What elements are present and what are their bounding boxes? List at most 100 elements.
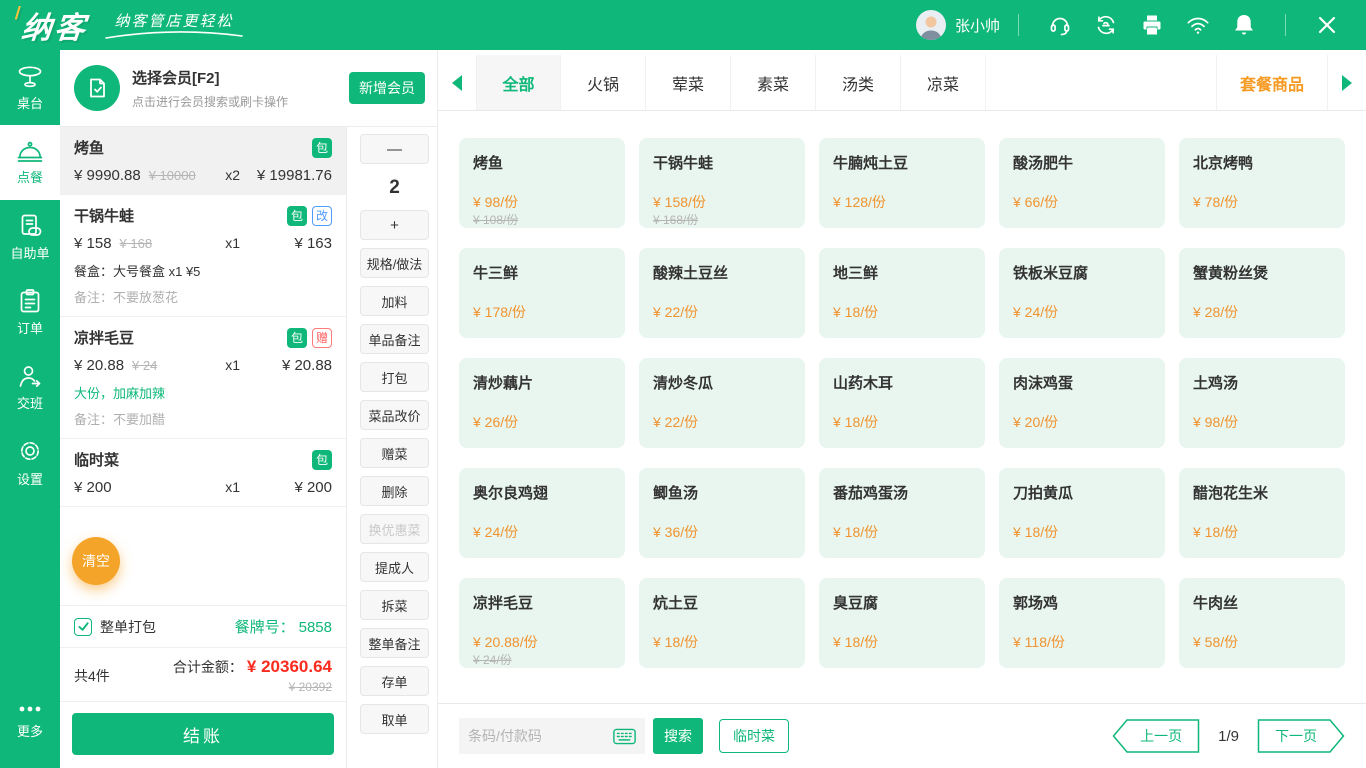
product-card[interactable]: 牛肉丝¥ 58/份 (1179, 578, 1345, 668)
change-price-button[interactable]: 菜品改价 (360, 400, 429, 430)
pack-whole-order-checkbox[interactable] (74, 618, 92, 636)
temp-dish-button[interactable]: 临时菜 (719, 719, 789, 753)
product-card[interactable]: 炕土豆¥ 18/份 (639, 578, 805, 668)
sidebar-item-label: 订单 (17, 318, 43, 337)
add-ingredient-button[interactable]: 加料 (360, 286, 429, 316)
order-item[interactable]: 凉拌毛豆包赠¥ 20.88¥ 24x1¥ 20.88大份，加麻加辣备注：不要加醋 (60, 317, 346, 439)
product-card[interactable]: 地三鲜 ¥ 18/份 (819, 248, 985, 338)
prev-page-button[interactable]: 上一页 (1112, 719, 1200, 753)
order-item-price: ¥ 158 (74, 235, 112, 252)
divider (1018, 14, 1019, 36)
product-old-price: ¥ 108/份 (473, 211, 518, 228)
product-card[interactable]: 酸辣土豆丝¥ 22/份 (639, 248, 805, 338)
sidebar-item-tables[interactable]: 桌台 (0, 50, 60, 125)
tab-vegetable[interactable]: 素菜 (731, 55, 816, 110)
item-note-button[interactable]: 单品备注 (360, 324, 429, 354)
old-total-amount: ¥ 20392 (173, 680, 332, 694)
retrieve-order-button[interactable]: 取单 (360, 704, 429, 734)
product-name: 干锅牛蛙 (653, 152, 791, 173)
order-note-button[interactable]: 整单备注 (360, 628, 429, 658)
sidebar-item-settings[interactable]: 设置 (0, 425, 60, 500)
product-price: ¥ 18/份 (833, 522, 878, 542)
app-slogan: 纳客管店更轻松 (104, 10, 244, 40)
next-page-button[interactable]: 下一页 (1257, 719, 1345, 753)
table-card-number: 餐牌号：5858 (235, 616, 332, 637)
tab-cold[interactable]: 凉菜 (901, 55, 986, 110)
product-card[interactable]: 蟹黄粉丝煲¥ 28/份 (1179, 248, 1345, 338)
product-card[interactable]: 山药木耳¥ 18/份 (819, 358, 985, 448)
tab-soup[interactable]: 汤类 (816, 55, 901, 110)
product-card[interactable]: 牛腩炖土豆¥ 128/份 (819, 138, 985, 228)
search-button[interactable]: 搜索 (653, 718, 703, 754)
add-member-button[interactable]: 新增会员 (349, 72, 425, 104)
cloud-sync-icon[interactable] (1094, 13, 1118, 37)
close-icon[interactable] (1315, 13, 1339, 37)
sidebar-item-dine[interactable]: 点餐 (0, 125, 60, 200)
order-item-price: ¥ 200 (74, 479, 112, 496)
shift-icon (16, 363, 44, 389)
tab-meat[interactable]: 荤菜 (646, 55, 731, 110)
qty-plus-button[interactable]: + (360, 210, 429, 240)
checkout-button[interactable]: 结账 (72, 713, 334, 755)
product-card[interactable]: 奥尔良鸡翅¥ 24/份 (459, 468, 625, 558)
order-item[interactable]: 临时菜包¥ 200x1¥ 200 (60, 439, 346, 507)
delete-button[interactable]: 删除 (360, 476, 429, 506)
product-card[interactable]: 醋泡花生米¥ 18/份 (1179, 468, 1345, 558)
product-card[interactable]: 清炒冬瓜¥ 22/份 (639, 358, 805, 448)
product-price: ¥ 18/份 (833, 302, 878, 322)
split-dish-button[interactable]: 拆菜 (360, 590, 429, 620)
sidebar-item-orders[interactable]: 订单 (0, 275, 60, 350)
qty-minus-button[interactable]: — (360, 134, 429, 164)
wifi-icon[interactable] (1186, 13, 1210, 37)
save-order-button[interactable]: 存单 (360, 666, 429, 696)
product-card[interactable]: 北京烤鸭¥ 78/份 (1179, 138, 1345, 228)
product-card[interactable]: 番茄鸡蛋汤 ¥ 18/份 (819, 468, 985, 558)
order-item[interactable]: 干锅牛蛙包改¥ 158¥ 168x1¥ 163餐盒：大号餐盒 x1 ¥5备注：不… (60, 195, 346, 317)
product-card[interactable]: 郭场鸡¥ 118/份 (999, 578, 1165, 668)
product-card[interactable]: 鲫鱼汤¥ 36/份 (639, 468, 805, 558)
product-card[interactable]: 肉沫鸡蛋¥ 20/份 (999, 358, 1165, 448)
product-card[interactable]: 牛三鲜¥ 178/份 (459, 248, 625, 338)
product-card[interactable]: 臭豆腐¥ 18/份 (819, 578, 985, 668)
gift-dish-button[interactable]: 赠菜 (360, 438, 429, 468)
tabs-scroll-left-button[interactable] (438, 55, 476, 110)
member-header[interactable]: 选择会员[F2] 点击进行会员搜索或刷卡操作 新增会员 (60, 50, 437, 127)
product-card[interactable]: 烤鱼¥ 98/份¥ 108/份 (459, 138, 625, 228)
product-price: ¥ 28/份 (1193, 302, 1238, 322)
barcode-input[interactable] (468, 728, 607, 744)
support-icon[interactable] (1048, 13, 1072, 37)
product-price: ¥ 18/份 (833, 632, 878, 652)
sidebar-item-shift[interactable]: 交班 (0, 350, 60, 425)
product-card[interactable]: 刀拍黄瓜¥ 18/份 (999, 468, 1165, 558)
product-card[interactable]: 干锅牛蛙¥ 158/份¥ 168/份 (639, 138, 805, 228)
avatar[interactable] (916, 10, 946, 40)
sidebar-item-selfhelp[interactable]: 自助单 (0, 200, 60, 275)
order-item-qty: x2 (225, 167, 240, 183)
keyboard-icon[interactable] (613, 728, 636, 745)
printer-icon[interactable] (1140, 13, 1164, 37)
product-grid: 烤鱼¥ 98/份¥ 108/份干锅牛蛙¥ 158/份¥ 168/份牛腩炖土豆¥ … (459, 138, 1345, 668)
product-name: 牛腩炖土豆 (833, 152, 971, 173)
sidebar-item-more[interactable]: 更多 (0, 683, 60, 758)
commission-button[interactable]: 提成人 (360, 552, 429, 582)
tab-hotpot[interactable]: 火锅 (561, 55, 646, 110)
tabs-scroll-right-button[interactable] (1328, 55, 1366, 110)
order-item-qty: x1 (225, 235, 240, 251)
tab-all[interactable]: 全部 (476, 55, 561, 110)
product-card[interactable]: 凉拌毛豆¥ 20.88/份¥ 24/份 (459, 578, 625, 668)
product-old-price: ¥ 168/份 (653, 211, 698, 228)
bell-icon[interactable] (1232, 13, 1256, 37)
product-card[interactable]: 铁板米豆腐¥ 24/份 (999, 248, 1165, 338)
product-price: ¥ 22/份 (653, 302, 698, 322)
product-card[interactable]: 清炒藕片¥ 26/份 (459, 358, 625, 448)
order-item[interactable]: 烤鱼包¥ 9990.88¥ 10000x2¥ 19981.76 (60, 127, 346, 195)
total-row: 共4件 合计金额：¥ 20360.64 ¥ 20392 (60, 647, 346, 701)
product-card[interactable]: 土鸡汤¥ 98/份 (1179, 358, 1345, 448)
clear-order-button[interactable]: 清空 (72, 537, 120, 585)
product-card[interactable]: 酸汤肥牛¥ 66/份 (999, 138, 1165, 228)
product-name: 番茄鸡蛋汤 (833, 482, 971, 503)
product-name: 地三鲜 (833, 262, 971, 283)
spec-method-button[interactable]: 规格/做法 (360, 248, 429, 278)
tab-combo-products[interactable]: 套餐商品 (1216, 55, 1328, 110)
pack-button[interactable]: 打包 (360, 362, 429, 392)
